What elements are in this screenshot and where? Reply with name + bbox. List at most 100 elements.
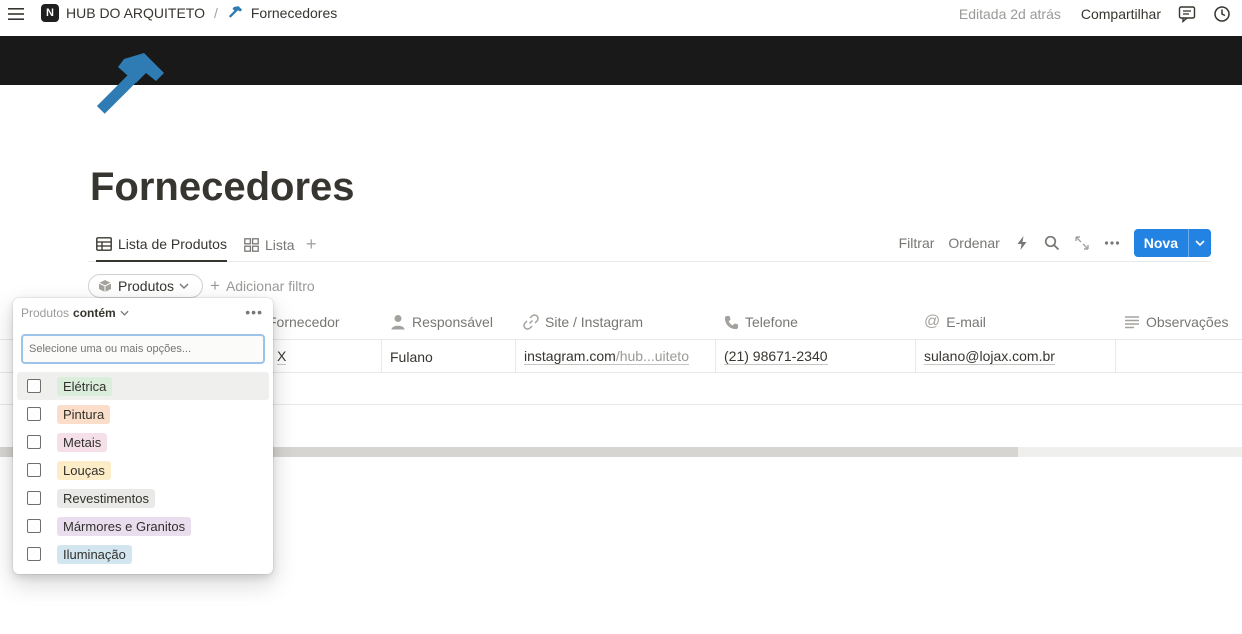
column-label: Site / Instagram — [545, 314, 644, 330]
option-tag: Pintura — [57, 404, 111, 424]
more-icon[interactable]: ••• — [245, 304, 263, 320]
plus-icon: + — [210, 276, 220, 295]
top-bar: N HUB DO ARQUITETO / Fornecedores Editad… — [0, 0, 1242, 28]
gallery-icon — [244, 237, 259, 252]
option-tag: Revestimentos — [57, 488, 155, 508]
column-label: Telefone — [745, 314, 798, 330]
phone-icon — [724, 315, 739, 329]
page-cover — [0, 36, 1242, 85]
new-button-group: Nova — [1133, 229, 1211, 257]
site-link[interactable]: instagram.com/hub...uiteto — [524, 348, 689, 365]
option-item[interactable]: Iluminação — [17, 540, 269, 568]
option-item[interactable]: Metais — [17, 428, 269, 456]
edited-timestamp: Editada 2d atrás — [958, 6, 1061, 22]
cell-responsavel[interactable]: Fulano — [390, 340, 433, 373]
share-button[interactable]: Compartilhar — [1081, 6, 1161, 22]
checkbox[interactable] — [27, 407, 41, 421]
tab-lista-de-produtos[interactable]: Lista de Produtos — [96, 228, 227, 262]
database-toolbar: Filtrar Ordenar Nova — [899, 228, 1211, 258]
option-tag: Elétrica — [57, 376, 113, 396]
new-button[interactable]: Nova — [1134, 229, 1189, 257]
box-icon — [98, 280, 112, 292]
sort-button[interactable]: Ordenar — [948, 235, 999, 251]
column-header-email[interactable]: @ E-mail — [924, 305, 986, 339]
site-domain: instagram.com — [524, 348, 616, 364]
column-header-site[interactable]: Site / Instagram — [523, 305, 643, 339]
cell-email[interactable]: sulano@lojax.com.br — [924, 340, 1055, 373]
cell-text: X — [277, 348, 287, 365]
hammer-icon — [228, 6, 242, 18]
checkbox[interactable] — [27, 491, 41, 505]
tab-lista[interactable]: Lista — [244, 228, 295, 261]
column-label: Fornecedor — [268, 314, 340, 330]
filter-property: Produtos — [21, 306, 70, 320]
expand-icon[interactable] — [1074, 235, 1090, 251]
column-header-responsavel[interactable]: Responsável — [390, 305, 493, 339]
cell-telefone[interactable]: (21) 98671-2340 — [724, 340, 828, 373]
table-icon — [96, 237, 112, 251]
page-title[interactable]: Fornecedores — [90, 165, 355, 210]
checkbox[interactable] — [27, 379, 41, 393]
option-tag: Iluminação — [57, 544, 132, 564]
text-lines-icon — [1125, 316, 1139, 329]
column-label: Responsável — [412, 314, 493, 330]
column-divider — [515, 340, 516, 373]
at-icon: @ — [924, 313, 941, 330]
filter-chip-produtos[interactable]: Produtos — [88, 274, 204, 298]
option-item[interactable]: Mármores e Granitos — [17, 512, 269, 540]
option-tag: Mármores e Granitos — [57, 516, 192, 536]
add-view-icon[interactable]: + — [306, 234, 317, 255]
filter-popup-header: Produtos contém — [21, 306, 129, 320]
option-tag: Metais — [57, 432, 108, 452]
history-clock-icon[interactable] — [1213, 5, 1231, 23]
cell-fornecedor[interactable]: X — [277, 340, 287, 373]
page-hammer-icon[interactable] — [96, 51, 166, 115]
breadcrumb-page[interactable]: Fornecedores — [251, 5, 337, 21]
link-icon — [523, 314, 539, 330]
filter-operator-dropdown[interactable]: contém — [73, 306, 116, 320]
column-header-observacoes[interactable]: Observações — [1124, 305, 1228, 339]
chevron-down-icon[interactable] — [120, 310, 129, 316]
column-divider — [381, 340, 382, 373]
tab-label: Lista — [265, 236, 295, 253]
column-divider — [715, 340, 716, 373]
option-tag: Louças — [57, 460, 111, 480]
chevron-down-icon — [179, 283, 189, 289]
column-label: Observações — [1146, 314, 1229, 330]
column-header-telefone[interactable]: Telefone — [724, 305, 798, 339]
tab-label: Lista de Produtos — [118, 236, 227, 252]
filter-popup: Produtos contém ••• Elétrica Pintura Metai… — [13, 298, 273, 574]
automation-bolt-icon[interactable] — [1014, 235, 1030, 251]
workspace-logo-icon[interactable]: N — [41, 4, 59, 22]
checkbox[interactable] — [27, 435, 41, 449]
comments-icon[interactable] — [1178, 5, 1196, 23]
checkbox[interactable] — [27, 519, 41, 533]
person-icon — [391, 315, 405, 330]
breadcrumb-workspace[interactable]: HUB DO ARQUITETO — [66, 5, 205, 21]
database-views: Lista de Produtos Lista + Filtrar Ordena… — [88, 228, 1211, 262]
add-filter-label: Adicionar filtro — [225, 278, 315, 294]
column-label: E-mail — [946, 314, 986, 330]
more-icon[interactable] — [1104, 235, 1120, 251]
checkbox[interactable] — [27, 463, 41, 477]
filter-button[interactable]: Filtrar — [899, 235, 935, 251]
search-icon[interactable] — [1044, 235, 1060, 251]
column-header-fornecedor[interactable]: Fornecedor — [268, 305, 340, 339]
menu-icon[interactable] — [7, 5, 25, 23]
options-search-input[interactable] — [21, 334, 265, 364]
top-actions: Editada 2d atrás Compartilhar — [959, 4, 1242, 24]
add-filter-button[interactable]: + Adicionar filtro — [210, 276, 315, 295]
breadcrumb: N HUB DO ARQUITETO / Fornecedores — [41, 4, 337, 22]
breadcrumb-separator: / — [213, 5, 218, 21]
cell-site[interactable]: instagram.com/hub...uiteto — [524, 340, 689, 373]
column-divider — [1115, 340, 1116, 373]
option-item[interactable]: Pintura — [17, 400, 269, 428]
cell-text: sulano@lojax.com.br — [924, 348, 1055, 365]
option-item[interactable]: Elétrica — [17, 372, 269, 400]
option-item[interactable]: Louças — [17, 456, 269, 484]
column-divider — [915, 340, 916, 373]
chevron-down-icon[interactable] — [1189, 229, 1211, 257]
option-item[interactable]: Revestimentos — [17, 484, 269, 512]
checkbox[interactable] — [27, 547, 41, 561]
cell-text: (21) 98671-2340 — [724, 348, 828, 365]
